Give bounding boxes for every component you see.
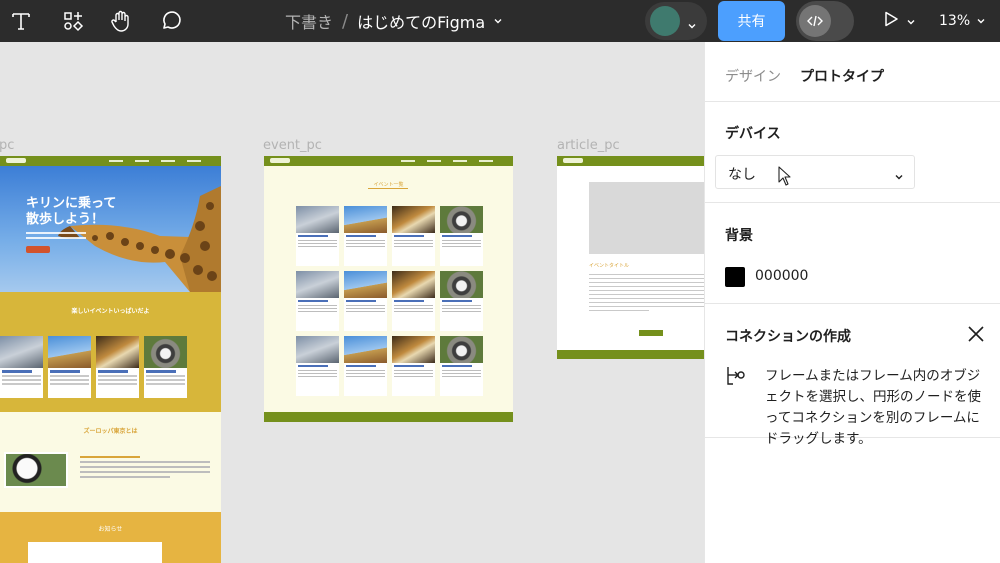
article-title: イベントタイトル [589,263,630,269]
article-body [589,274,704,314]
panda-image [4,452,68,488]
event-card [0,336,43,398]
chevron-down-icon [687,16,697,35]
event-card [392,206,435,266]
hero-button [26,246,50,253]
logo [6,158,26,163]
event-card [48,336,91,398]
frame-article-pc[interactable]: イベントタイトル [557,156,704,359]
background-color-swatch[interactable] [725,267,745,287]
avatar[interactable] [650,6,680,36]
hero-subtext [26,232,86,242]
frame-nav-bar [557,156,704,166]
hand-tool-icon[interactable] [106,6,136,36]
events-section: 楽しいイベントいっぱいだよ [0,292,221,412]
background-color-hex[interactable]: 000000 [755,268,808,284]
event-card [296,271,339,331]
connection-section: コネクションの作成 フレームまたはフレーム内のオブジェクトを選択し、円形のノード… [705,304,1000,447]
chevron-down-icon[interactable] [906,12,916,31]
logo [270,158,290,163]
dev-mode-icon [799,5,831,37]
zoom-level: 13% [939,13,971,29]
tab-prototype[interactable]: プロトタイプ [800,66,884,86]
dev-mode-toggle[interactable] [796,1,854,41]
event-card-grid [296,206,483,396]
events-section-title: 楽しいイベントいっぱいだよ [71,308,150,315]
chevron-down-icon [894,167,904,186]
title-underline [368,188,408,189]
connection-help-text: フレームまたはフレーム内のオブジェクトを選択し、円形のノードを使ってコネクション… [765,368,981,447]
chevron-down-icon [976,16,986,26]
frame-label-top-pc[interactable]: pc [0,138,14,153]
play-icon [882,10,900,32]
frame-label-article-pc[interactable]: article_pc [557,138,620,153]
event-card [440,271,483,331]
event-card [144,336,187,398]
article-button [639,330,663,336]
background-section-title: 背景 [725,228,753,244]
tab-design[interactable]: デザイン [725,66,781,86]
device-select-value: なし [728,167,756,183]
file-name[interactable]: はじめてのFigma [357,9,485,33]
logo [563,158,583,163]
event-card [344,206,387,266]
article-image-placeholder [589,182,704,254]
event-card [392,336,435,396]
news-section-title: お知らせ [98,526,123,533]
connection-section-title: コネクションの作成 [725,329,851,345]
device-section-title: デバイス [725,126,781,142]
event-card [440,206,483,266]
frame-footer [557,350,704,359]
device-section: デバイス なし [705,102,1000,203]
panel-tabs: デザイン プロトタイプ [705,42,1000,102]
event-card [344,271,387,331]
device-select[interactable]: なし [715,155,915,189]
news-list [28,542,162,563]
connection-arrow-icon [725,364,749,392]
event-card [344,336,387,396]
event-card [296,206,339,266]
frame-label-event-pc[interactable]: event_pc [263,138,322,153]
event-card-row [0,336,187,398]
comment-icon[interactable] [156,6,186,36]
zoom-control[interactable]: 13% [939,0,986,42]
text-tool-icon[interactable] [6,6,36,36]
chevron-down-icon[interactable] [493,16,503,26]
news-section: お知らせ [0,512,221,563]
present-button[interactable] [882,8,916,34]
about-text [80,456,210,481]
event-card [392,271,435,331]
frame-top-pc[interactable]: キリンに乗って 散歩しよう！ 楽しいイベントいっぱいだよ ズーロッパ東京とは お… [0,156,221,563]
breadcrumb-draft[interactable]: 下書き [285,9,333,33]
frame-nav-bar [0,156,221,166]
mouse-cursor-icon [778,166,792,190]
nav-links [401,158,493,162]
multiplayer-avatar-menu[interactable] [645,2,707,40]
about-section: ズーロッパ東京とは [0,412,221,512]
hero-title: キリンに乗って 散歩しよう！ [26,196,117,227]
event-list-title: イベント一覧 [373,182,404,188]
design-canvas[interactable]: pc event_pc article_pc キリンに乗って 散歩しよう！ 楽し… [0,42,704,563]
background-section: 背景 000000 [705,203,1000,304]
top-toolbar: 下書き / はじめてのFigma 共有 13% [0,0,1000,42]
event-card [440,336,483,396]
file-breadcrumb: 下書き / はじめてのFigma [285,0,503,42]
resources-icon[interactable] [58,6,88,36]
frame-event-pc[interactable]: イベント一覧 [264,156,513,422]
event-card [96,336,139,398]
properties-panel: デザイン プロトタイプ デバイス なし 背景 000000 コネクションの作成 … [704,42,1000,563]
frame-footer [264,412,513,422]
nav-links [109,158,201,162]
close-icon[interactable] [966,324,986,344]
about-section-title: ズーロッパ東京とは [83,428,138,435]
share-button[interactable]: 共有 [718,1,785,41]
hero-image: キリンに乗って 散歩しよう！ [0,166,221,292]
frame-nav-bar [264,156,513,166]
breadcrumb-separator: / [342,10,349,32]
event-card [296,336,339,396]
